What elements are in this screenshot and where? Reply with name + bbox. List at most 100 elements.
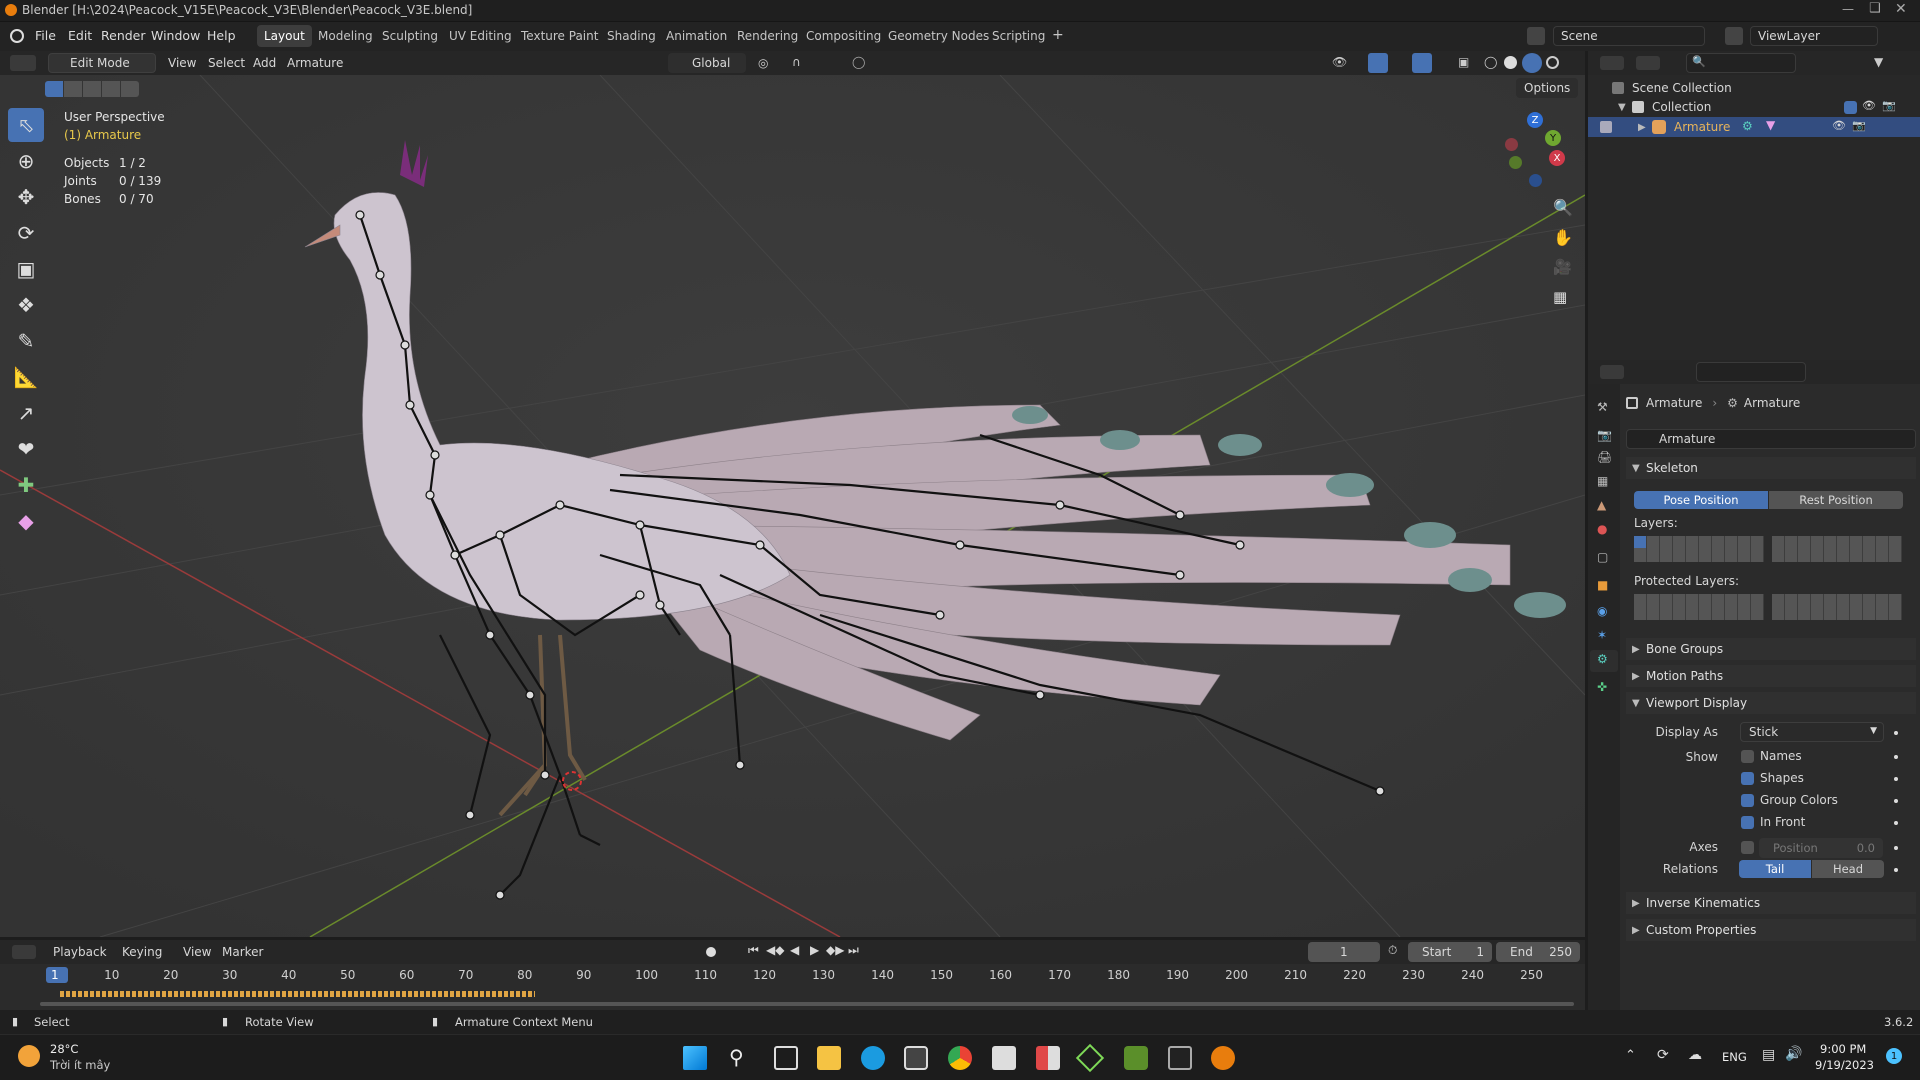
weather-icon[interactable] xyxy=(18,1045,40,1067)
properties-search-input[interactable] xyxy=(1696,362,1806,382)
app-icon[interactable] xyxy=(1036,1046,1060,1070)
start-button-icon[interactable] xyxy=(683,1046,707,1070)
volume-icon[interactable]: 🔊 xyxy=(1785,1046,1802,1062)
scale-tool-icon[interactable]: ▣ xyxy=(8,252,44,286)
blender-menu-icon[interactable] xyxy=(10,29,24,43)
collection-row[interactable]: ▼ Collection 👁 📷 xyxy=(1618,97,1918,117)
bone-size-tool-icon[interactable]: ❤ xyxy=(8,432,44,466)
constraint-tab-icon[interactable]: ✶ xyxy=(1597,628,1607,642)
view-menu[interactable]: View xyxy=(168,56,196,70)
names-checkbox-row[interactable]: Names xyxy=(1741,749,1802,763)
armature-camera-icon[interactable]: 📷 xyxy=(1852,119,1866,132)
notification-badge[interactable]: 1 xyxy=(1886,1048,1902,1064)
keyframe-dot[interactable] xyxy=(1894,799,1898,803)
keyframe-track[interactable] xyxy=(60,991,535,997)
view-layer-tab-icon[interactable]: ▦ xyxy=(1597,474,1608,488)
menu-file[interactable]: File xyxy=(35,28,56,43)
outliner-editor-icon[interactable] xyxy=(1600,56,1624,70)
pivot-icon[interactable]: ◎ xyxy=(758,56,768,70)
view-layer-icon[interactable] xyxy=(1725,27,1743,45)
bone-layers-grid-a[interactable] xyxy=(1634,536,1764,562)
playback-menu[interactable]: Playback xyxy=(53,945,107,959)
scene-collection-row[interactable]: Scene Collection xyxy=(1612,78,1732,98)
display-as-dropdown[interactable]: Stick ▼ xyxy=(1740,722,1884,742)
zoom-icon[interactable]: 🔍 xyxy=(1553,198,1573,217)
armature-expand-icon[interactable]: ▶ xyxy=(1638,122,1652,133)
shapes-checkbox[interactable] xyxy=(1741,771,1754,785)
tool-tab-icon[interactable]: ⚒ xyxy=(1597,400,1608,414)
timeline-view-menu[interactable]: View xyxy=(183,945,211,959)
tray-chevron-icon[interactable]: ⌃ xyxy=(1625,1048,1636,1063)
skeleton-panel-header[interactable]: ▼ Skeleton xyxy=(1626,457,1916,479)
physics-tab-icon[interactable]: ◉ xyxy=(1597,604,1607,618)
menu-window[interactable]: Window xyxy=(151,28,200,43)
taskbar-search-icon[interactable]: ⚲ xyxy=(729,1045,744,1069)
xray-icon[interactable]: ▣ xyxy=(1458,55,1469,69)
tab-shading[interactable]: Shading xyxy=(600,25,663,47)
material-shading-icon[interactable] xyxy=(1522,53,1542,73)
axes-position-field[interactable]: Position 0.0 xyxy=(1759,838,1883,858)
group-colors-checkbox-row[interactable]: Group Colors xyxy=(1741,793,1838,807)
render-tab-icon[interactable]: 📷 xyxy=(1597,428,1612,442)
gizmo-x-axis[interactable]: X xyxy=(1549,150,1565,166)
active-layer[interactable] xyxy=(1634,536,1646,548)
tail-button[interactable]: Tail xyxy=(1739,860,1811,878)
nvidia-icon[interactable] xyxy=(1124,1046,1148,1070)
tab-scripting[interactable]: Scripting xyxy=(985,25,1052,47)
3d-viewport[interactable] xyxy=(0,75,1585,937)
bone-layers-grid-b[interactable] xyxy=(1772,536,1902,562)
bone-tab-icon[interactable]: ✜ xyxy=(1597,680,1607,694)
keyframe-dot[interactable] xyxy=(1894,777,1898,781)
select-invert-icon[interactable] xyxy=(102,81,120,97)
maximize-button[interactable]: ❑ xyxy=(1869,1,1881,16)
select-subtract-icon[interactable] xyxy=(83,81,101,97)
minimize-button[interactable]: — xyxy=(1842,2,1854,16)
onedrive-icon[interactable]: ☁ xyxy=(1688,1047,1702,1063)
select-extend-icon[interactable] xyxy=(64,81,82,97)
snap-icon[interactable]: ∩ xyxy=(792,55,801,69)
roll-tool-icon[interactable]: ↗ xyxy=(8,396,44,430)
pan-hand-icon[interactable]: ✋ xyxy=(1553,228,1573,247)
measure-tool-icon[interactable]: 📐 xyxy=(8,360,44,394)
bone-envelope-tool-icon[interactable]: ◆ xyxy=(8,504,44,538)
keying-menu[interactable]: Keying xyxy=(122,945,162,959)
menu-edit[interactable]: Edit xyxy=(68,28,92,43)
keyframe-dot[interactable] xyxy=(1894,846,1898,850)
select-new-icon[interactable] xyxy=(45,81,63,97)
gizmo-z-axis[interactable]: Z xyxy=(1527,112,1543,128)
clock-date[interactable]: 9/19/2023 xyxy=(1815,1058,1874,1072)
gizmo-neg-x[interactable] xyxy=(1505,138,1518,151)
tab-rendering[interactable]: Rendering xyxy=(730,25,805,47)
edge-browser-icon[interactable] xyxy=(861,1046,885,1070)
snipping-tool-icon[interactable] xyxy=(904,1046,928,1070)
start-frame-field[interactable]: Start 1 xyxy=(1408,942,1492,962)
chrome-icon[interactable] xyxy=(948,1046,972,1070)
marker-menu[interactable]: Marker xyxy=(222,945,263,959)
expand-icon[interactable]: ▼ xyxy=(1618,102,1632,113)
select-intersect-icon[interactable] xyxy=(121,81,139,97)
select-menu[interactable]: Select xyxy=(208,56,245,70)
output-tab-icon[interactable]: 🖨 xyxy=(1597,450,1612,464)
select-box-tool-icon[interactable]: ⬁ xyxy=(8,108,44,142)
language-indicator[interactable]: ENG xyxy=(1722,1050,1747,1064)
armature-menu[interactable]: Armature xyxy=(287,56,343,70)
names-checkbox[interactable] xyxy=(1741,749,1754,763)
auto-keying-icon[interactable] xyxy=(706,947,716,957)
object-tab-icon[interactable]: ■ xyxy=(1597,578,1608,592)
collection-eye-icon[interactable]: 👁 xyxy=(1862,99,1876,112)
wireframe-shading-icon[interactable]: ◯ xyxy=(1484,55,1497,69)
cursor-tool-icon[interactable]: ⊕ xyxy=(8,144,44,178)
gizmo-toggle-icon[interactable] xyxy=(1368,53,1388,73)
add-menu[interactable]: Add xyxy=(253,56,276,70)
navigation-gizmo[interactable]: Z Y X xyxy=(1505,112,1565,192)
tab-modeling[interactable]: Modeling xyxy=(311,25,380,47)
keyframe-dot[interactable] xyxy=(1894,731,1898,735)
inverse-kinematics-panel[interactable]: ▶ Inverse Kinematics xyxy=(1626,892,1916,914)
terminal-icon[interactable] xyxy=(1168,1046,1192,1070)
file-explorer-icon[interactable] xyxy=(817,1046,841,1070)
menu-render[interactable]: Render xyxy=(101,28,146,43)
viewport-scene[interactable] xyxy=(0,75,1585,937)
menu-help[interactable]: Help xyxy=(207,28,236,43)
pose-position-button[interactable]: Pose Position xyxy=(1634,491,1768,509)
tab-animation[interactable]: Animation xyxy=(659,25,734,47)
